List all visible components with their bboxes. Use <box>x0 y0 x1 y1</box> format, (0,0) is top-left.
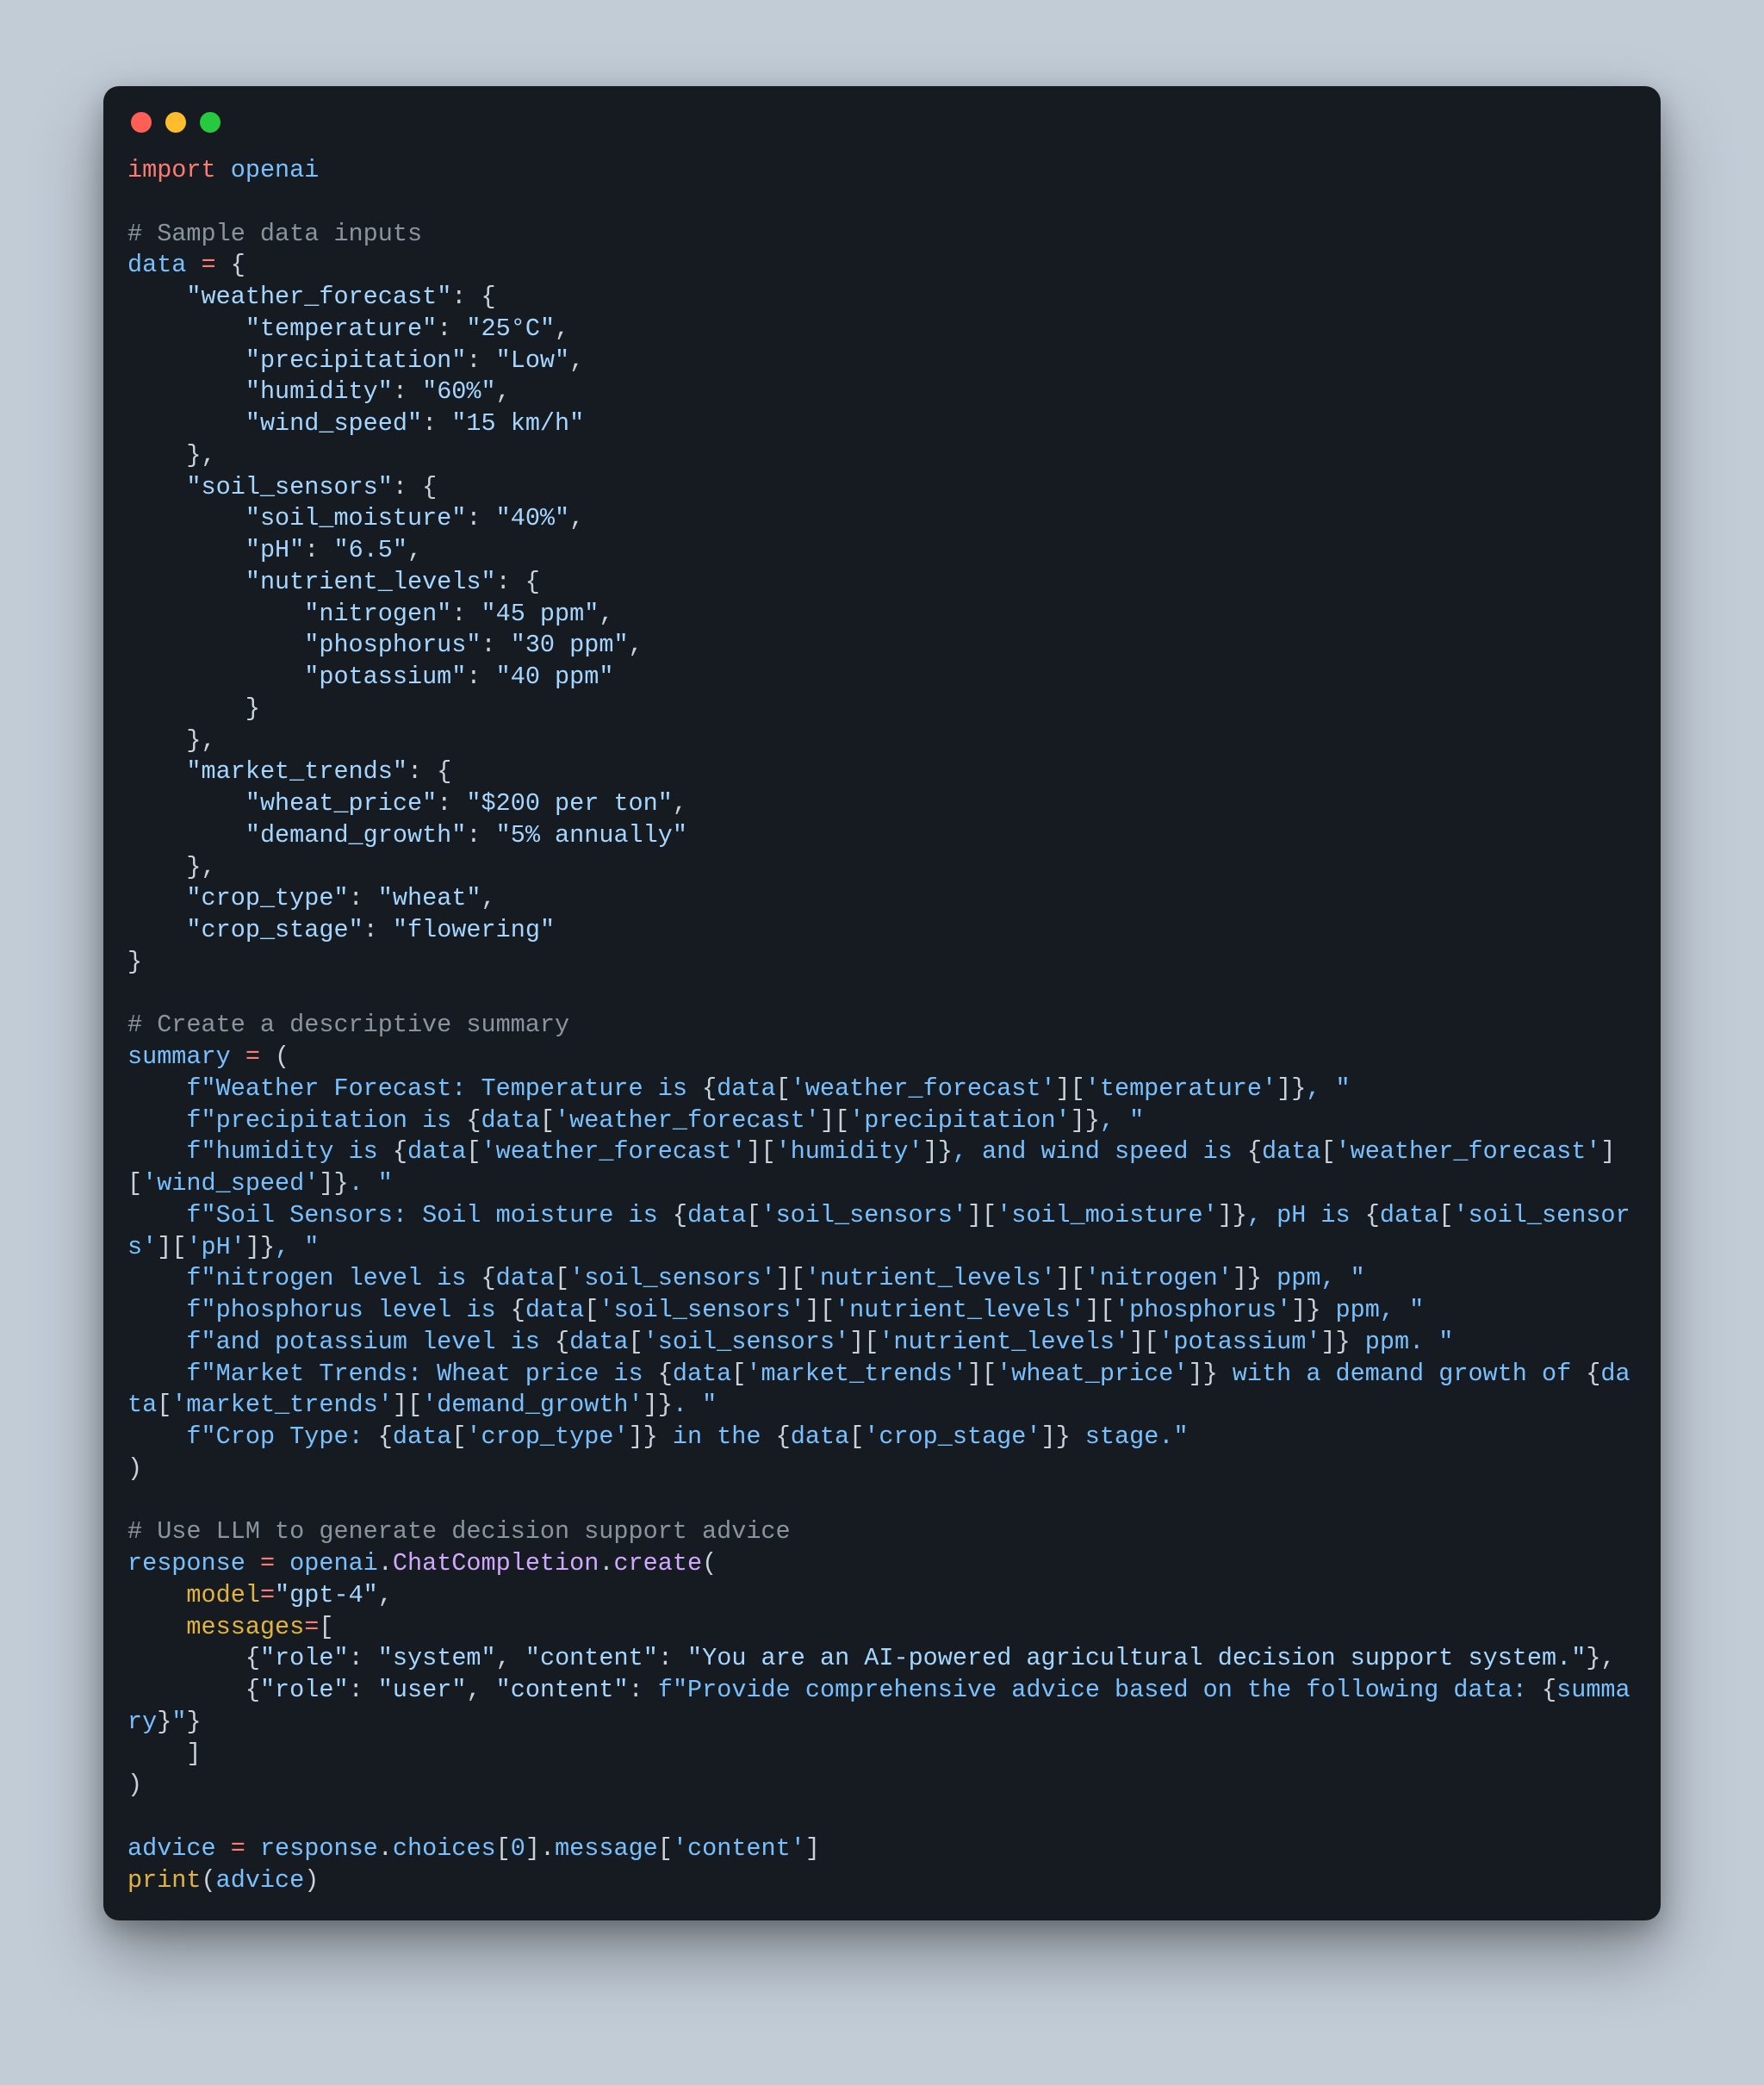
maximize-icon[interactable] <box>200 112 220 133</box>
var-advice: advice <box>127 1834 216 1863</box>
code-window: import openai # Sample data inputs data … <box>103 86 1661 1920</box>
comment: # Sample data inputs <box>127 220 422 248</box>
close-icon[interactable] <box>131 112 152 133</box>
comment: # Use LLM to generate decision support a… <box>127 1517 791 1546</box>
window-titlebar <box>127 107 1637 155</box>
var-response: response <box>127 1549 245 1578</box>
module-openai: openai <box>231 156 320 184</box>
code-block: import openai # Sample data inputs data … <box>127 155 1637 1896</box>
var-data: data <box>127 251 186 279</box>
var-summary: summary <box>127 1042 231 1071</box>
comment: # Create a descriptive summary <box>127 1011 569 1039</box>
minimize-icon[interactable] <box>165 112 186 133</box>
keyword-import: import <box>127 156 216 184</box>
builtin-print: print <box>127 1866 202 1895</box>
